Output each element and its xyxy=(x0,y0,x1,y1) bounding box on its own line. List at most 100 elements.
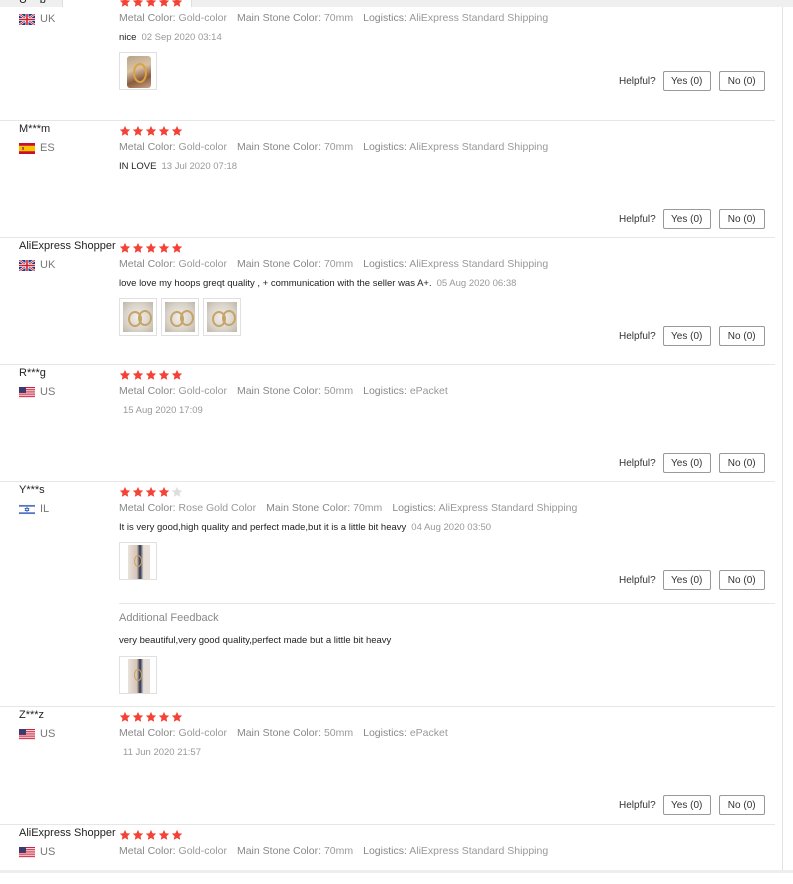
review-date: 13 Jul 2020 07:18 xyxy=(161,161,238,172)
attribute-value: 50mm xyxy=(323,385,354,397)
review-photo[interactable] xyxy=(161,298,199,336)
review-date: 11 Jun 2020 21:57 xyxy=(123,747,202,758)
review-text: It is very good,high quality and perfect… xyxy=(119,522,491,533)
helpful-label: Helpful? xyxy=(619,574,656,586)
helpful-yes-button[interactable]: Yes (0) xyxy=(662,326,711,346)
helpful-label: Helpful? xyxy=(619,799,656,811)
star-filled-icon xyxy=(171,711,183,722)
attribute-value: ePacket xyxy=(409,385,448,397)
attribute-value: Gold-color xyxy=(178,845,227,857)
helpful-no-button[interactable]: No (0) xyxy=(718,795,765,815)
sku-attributes: Metal Color: Gold-color Main Stone Color:… xyxy=(119,385,458,397)
reviewer-country: US xyxy=(19,846,55,858)
additional-feedback-text: very beautiful,very good quality,perfect… xyxy=(119,635,392,646)
helpful-no-button[interactable]: No (0) xyxy=(718,570,765,590)
helpful-no-button[interactable]: No (0) xyxy=(718,209,765,229)
attribute-value: Gold-color xyxy=(178,385,227,397)
attribute-value: Gold-color xyxy=(178,727,227,739)
star-filled-icon xyxy=(132,0,144,7)
reviewer-name: R***g xyxy=(19,367,46,379)
attribute-label: Metal Color: xyxy=(119,385,176,397)
attribute-value: 70mm xyxy=(323,258,354,270)
review-text: nice 02 Sep 2020 03:14 xyxy=(119,32,222,43)
reviewer-name: U***b xyxy=(19,0,46,6)
reviewer-country: ES xyxy=(19,142,55,154)
attribute-label: Metal Color: xyxy=(119,845,176,857)
star-filled-icon xyxy=(145,0,157,7)
reviewer-country: US xyxy=(19,386,55,398)
review-photo[interactable] xyxy=(203,298,241,336)
attribute-value: 50mm xyxy=(323,727,354,739)
star-filled-icon xyxy=(158,242,170,253)
review-text: 15 Aug 2020 17:09 xyxy=(118,405,203,416)
star-rating xyxy=(119,369,184,381)
star-filled-icon xyxy=(158,486,170,497)
helpful-vote: Helpful? Yes (0) No (0) xyxy=(619,795,765,815)
review-photo[interactable] xyxy=(119,656,157,694)
star-filled-icon xyxy=(132,486,144,497)
star-filled-icon xyxy=(145,711,157,722)
star-filled-icon xyxy=(132,711,144,722)
attribute-value: AliExpress Standard Shipping xyxy=(438,502,578,514)
star-filled-icon xyxy=(171,369,183,380)
attribute-label: Main Stone Color: xyxy=(236,258,322,270)
review-photo[interactable] xyxy=(119,542,157,580)
helpful-no-button[interactable]: No (0) xyxy=(718,326,765,346)
country-code: US xyxy=(40,386,56,398)
star-rating xyxy=(119,0,184,8)
country-code: ES xyxy=(40,142,55,154)
helpful-yes-button[interactable]: Yes (0) xyxy=(662,570,711,590)
star-filled-icon xyxy=(171,125,183,136)
helpful-vote: Helpful? Yes (0) No (0) xyxy=(619,570,765,590)
attribute-label: Main Stone Color: xyxy=(236,385,322,397)
attribute-value: Gold-color xyxy=(178,12,227,24)
attribute-value: 70mm xyxy=(323,141,354,153)
sku-attributes: Metal Color: Gold-color Main Stone Color:… xyxy=(119,845,558,857)
flag-icon xyxy=(19,846,35,858)
reviewer-country: UK xyxy=(19,13,55,25)
star-filled-icon xyxy=(132,369,144,380)
helpful-vote: Helpful? Yes (0) No (0) xyxy=(619,326,765,346)
helpful-no-button[interactable]: No (0) xyxy=(718,453,765,473)
attribute-label: Logistics: xyxy=(363,385,407,397)
flag-icon xyxy=(19,13,35,25)
review-photos xyxy=(119,542,161,580)
review-photo[interactable] xyxy=(119,298,157,336)
attribute-label: Logistics: xyxy=(363,12,407,24)
helpful-label: Helpful? xyxy=(619,213,656,225)
star-filled-icon xyxy=(145,829,157,840)
country-code: IL xyxy=(40,503,50,515)
star-filled-icon xyxy=(119,369,131,380)
attribute-value: AliExpress Standard Shipping xyxy=(409,12,549,24)
reviewer-country: US xyxy=(19,728,55,740)
review-comment: nice xyxy=(119,32,137,43)
star-filled-icon xyxy=(158,829,170,840)
helpful-yes-button[interactable]: Yes (0) xyxy=(662,71,711,91)
review-photo[interactable] xyxy=(119,52,157,90)
attribute-label: Logistics: xyxy=(363,141,407,153)
star-rating xyxy=(119,711,184,723)
attribute-label: Logistics: xyxy=(363,845,407,857)
helpful-vote: Helpful? Yes (0) No (0) xyxy=(619,453,765,473)
helpful-yes-button[interactable]: Yes (0) xyxy=(662,795,711,815)
attribute-label: Metal Color: xyxy=(119,727,176,739)
additional-feedback-title: Additional Feedback xyxy=(119,612,219,624)
helpful-yes-button[interactable]: Yes (0) xyxy=(662,453,711,473)
attribute-value: AliExpress Standard Shipping xyxy=(409,258,549,270)
helpful-yes-button[interactable]: Yes (0) xyxy=(662,209,711,229)
flag-icon xyxy=(19,728,35,740)
helpful-no-button[interactable]: No (0) xyxy=(718,71,765,91)
review-item: M***m ES Metal Color: Gold-color Main Stone… xyxy=(0,120,775,238)
attribute-label: Main Stone Color: xyxy=(236,12,322,24)
attribute-value: Gold-color xyxy=(178,141,227,153)
reviewer-name: M***m xyxy=(19,123,51,135)
attribute-value: 70mm xyxy=(353,502,383,514)
scroll-edge xyxy=(782,7,783,873)
star-rating xyxy=(119,829,184,841)
country-code: US xyxy=(40,728,56,740)
attribute-label: Main Stone Color: xyxy=(236,845,322,857)
flag-icon xyxy=(19,142,35,154)
star-filled-icon xyxy=(145,486,157,497)
review-item: AliExpress Shopper UK Metal Color: Gold-co… xyxy=(0,237,775,365)
reviewer-name: Y***s xyxy=(19,484,45,496)
